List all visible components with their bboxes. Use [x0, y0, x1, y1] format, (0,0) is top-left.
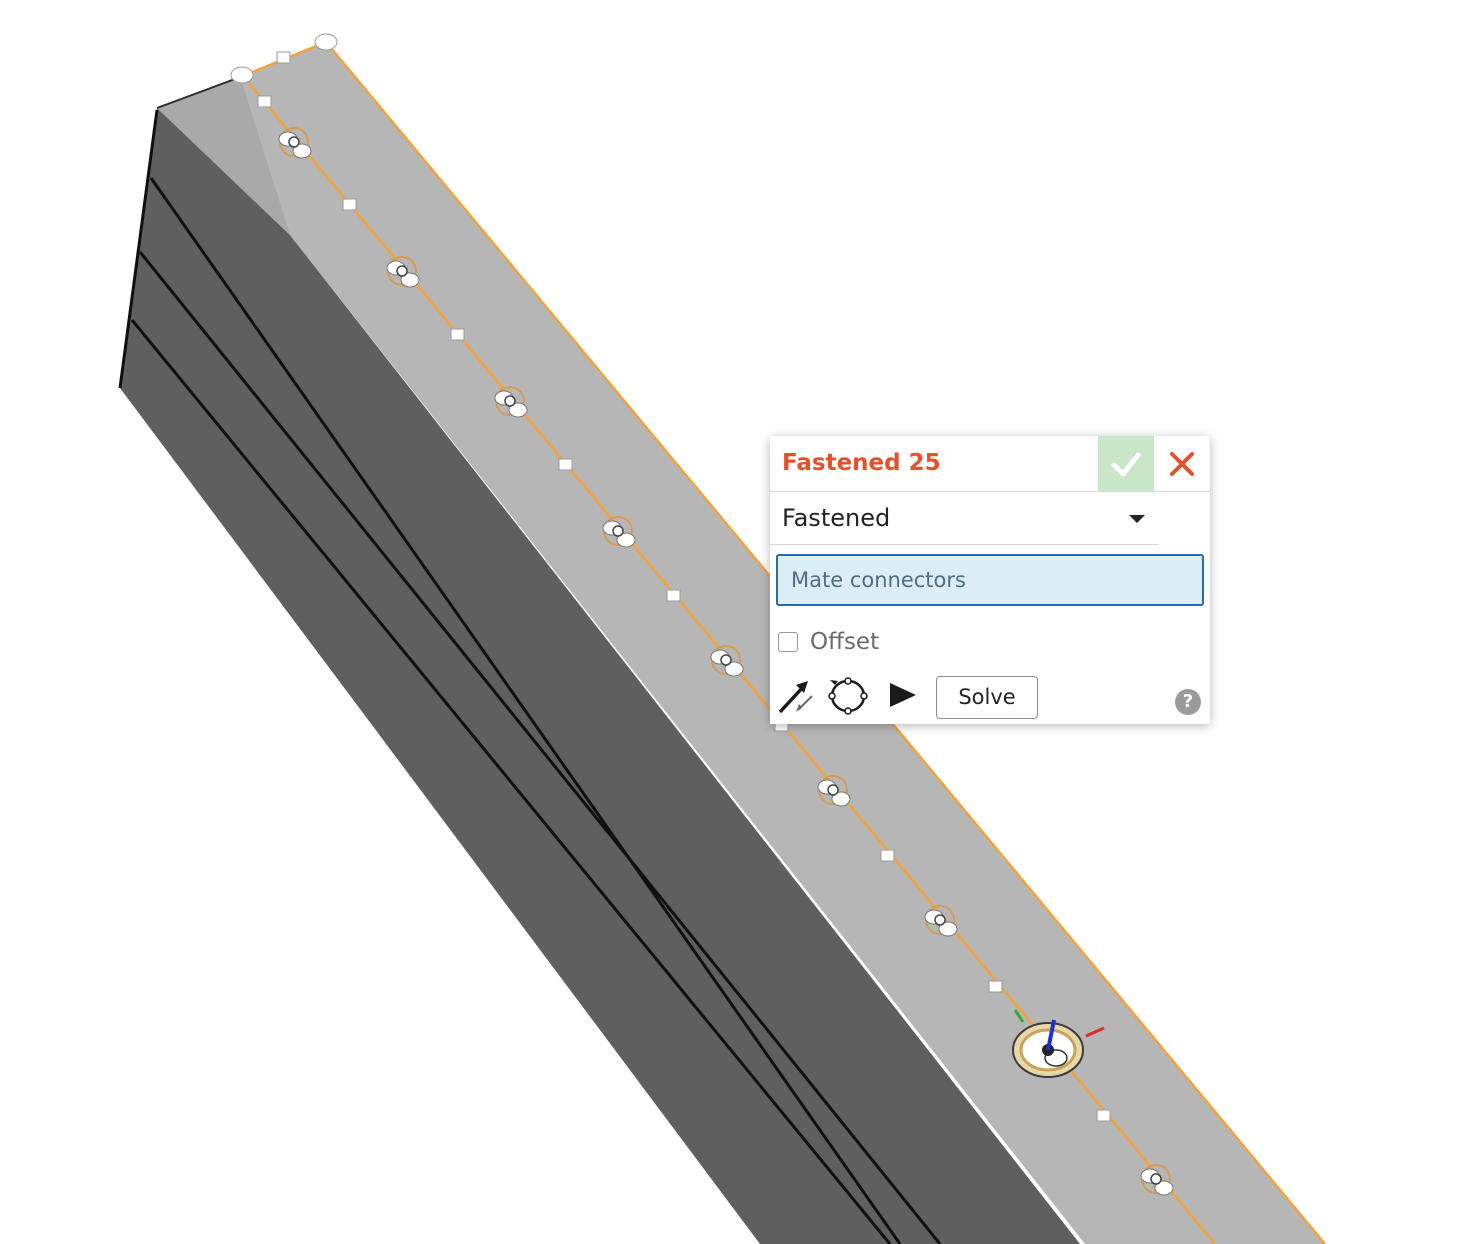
midpoint-icon[interactable]	[558, 458, 573, 471]
offset-checkbox[interactable]	[778, 632, 798, 652]
graphics-viewport[interactable]	[0, 0, 1462, 1244]
midpoint-icon[interactable]	[257, 95, 272, 108]
animate-button[interactable]	[880, 676, 924, 716]
offset-row: Offset	[778, 629, 978, 659]
corner-point-icon[interactable]	[314, 33, 338, 51]
midpoint-icon[interactable]	[342, 198, 357, 211]
reorient-secondary-axis-button[interactable]	[826, 676, 870, 716]
midpoint-icon[interactable]	[988, 980, 1003, 993]
midpoint-icon[interactable]	[276, 51, 291, 64]
midpoint-icon[interactable]	[880, 849, 895, 862]
flip-primary-axis-button[interactable]	[774, 676, 818, 716]
check-icon	[1111, 452, 1141, 477]
cancel-button[interactable]	[1154, 436, 1210, 492]
mate-type-select[interactable]: Fastened	[770, 492, 1158, 545]
reorient-secondary-axis-icon	[828, 677, 868, 715]
midpoint-icon[interactable]	[450, 328, 465, 341]
mate-connectors-field[interactable]: Mate connectors	[776, 554, 1204, 606]
chevron-down-icon	[1129, 515, 1145, 523]
mate-feature-dialog: Fastened 25 Fastened Mate connectors Off…	[770, 436, 1210, 724]
offset-label: Offset	[810, 629, 880, 655]
help-icon[interactable]: ?	[1175, 689, 1201, 715]
flip-primary-axis-icon	[778, 681, 813, 714]
midpoint-icon[interactable]	[1096, 1109, 1111, 1122]
play-icon	[890, 683, 916, 707]
accept-button[interactable]	[1098, 436, 1154, 492]
solve-button[interactable]: Solve	[936, 676, 1038, 719]
corner-point-icon[interactable]	[230, 66, 254, 84]
mate-type-value: Fastened	[782, 504, 891, 532]
close-icon	[1170, 452, 1194, 476]
midpoint-icon[interactable]	[666, 589, 681, 602]
dialog-title: Fastened 25	[782, 450, 941, 476]
dialog-header: Fastened 25	[770, 436, 1210, 492]
mate-connectors-label: Mate connectors	[791, 568, 966, 592]
